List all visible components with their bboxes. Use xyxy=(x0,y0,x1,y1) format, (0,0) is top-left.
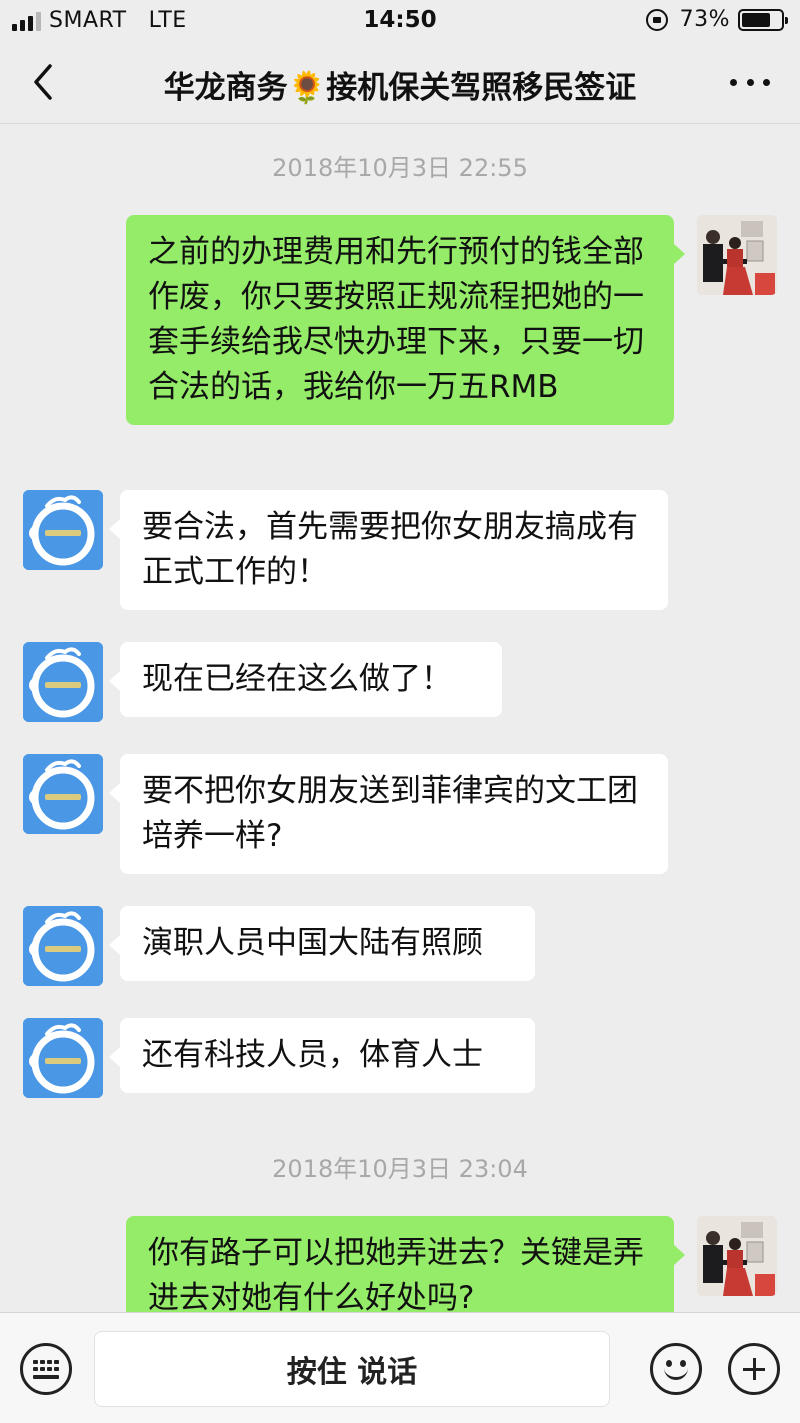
incoming-message-bubble[interactable]: 还有科技人员，体育人士 xyxy=(109,1018,535,1093)
dragon-logo-icon xyxy=(23,642,103,722)
wedding-photo-icon xyxy=(697,1216,777,1296)
dragon-logo-icon xyxy=(23,754,103,834)
rotation-lock-icon xyxy=(645,8,668,31)
emoji-icon xyxy=(664,1366,688,1380)
outgoing-message-bubble[interactable]: 之前的办理费用和先行预付的钱全部作废，你只要按照正规流程把她的一套手续给我尽快办… xyxy=(126,215,685,425)
contact-avatar[interactable] xyxy=(23,754,103,834)
more-functions-button[interactable] xyxy=(728,1343,780,1395)
back-button[interactable] xyxy=(24,58,68,106)
battery-percent: 73% xyxy=(679,7,730,32)
battery-icon xyxy=(738,8,788,31)
dragon-logo-icon xyxy=(23,490,103,570)
contact-avatar[interactable] xyxy=(23,490,103,570)
message-timestamp: 2018年10月3日 22:55 xyxy=(272,154,528,182)
dragon-logo-icon xyxy=(23,906,103,986)
dragon-logo-icon xyxy=(23,1018,103,1098)
my-avatar[interactable] xyxy=(697,1216,777,1296)
more-button[interactable] xyxy=(730,70,770,94)
chat-title: 华龙商务🌻接机保关驾照移民签证 xyxy=(163,70,637,106)
message-timestamp: 2018年10月3日 23:04 xyxy=(272,1155,528,1183)
emoji-button[interactable] xyxy=(650,1343,702,1395)
keyboard-toggle-button[interactable] xyxy=(20,1343,72,1395)
back-chevron-icon xyxy=(34,64,52,100)
incoming-message-bubble[interactable]: 要不把你女朋友送到菲律宾的文工团培养一样? xyxy=(109,754,668,874)
incoming-message-bubble[interactable]: 现在已经在这么做了！ xyxy=(109,642,502,717)
wedding-photo-icon xyxy=(697,215,777,295)
status-bar: SMART LTE 14:50 73% xyxy=(0,0,800,42)
hold-to-talk-button[interactable]: 按住 说话 xyxy=(94,1331,610,1407)
contact-avatar[interactable] xyxy=(23,906,103,986)
incoming-message-bubble[interactable]: 要合法，首先需要把你女朋友搞成有正式工作的！ xyxy=(109,490,668,610)
contact-avatar[interactable] xyxy=(23,642,103,722)
nav-bar: 华龙商务🌻接机保关驾照移民签证 xyxy=(0,42,800,124)
keyboard-icon xyxy=(33,1360,59,1380)
my-avatar[interactable] xyxy=(697,215,777,295)
contact-avatar[interactable] xyxy=(23,1018,103,1098)
incoming-message-bubble[interactable]: 演职人员中国大陆有照顾 xyxy=(109,906,535,981)
more-dots-icon xyxy=(730,78,737,86)
input-bar: 按住 说话 xyxy=(0,1312,800,1423)
